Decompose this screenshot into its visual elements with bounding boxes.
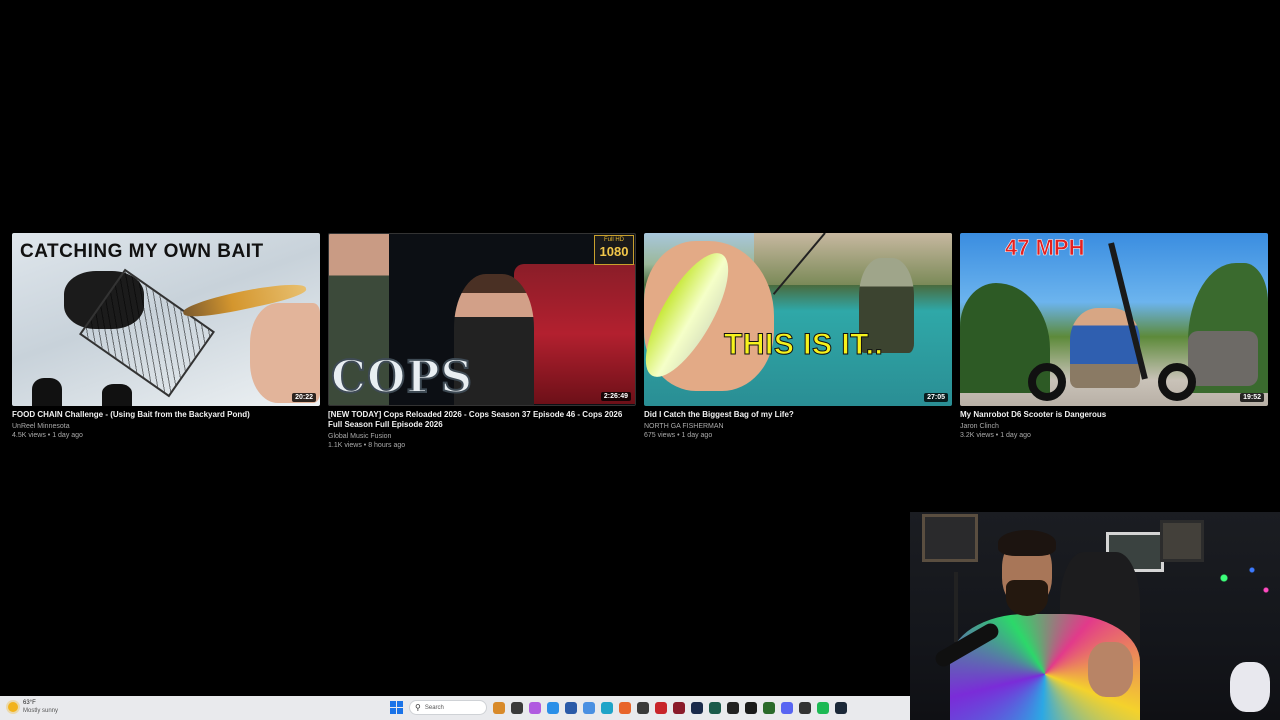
pen-icon[interactable]	[493, 701, 505, 714]
boot	[32, 378, 62, 406]
file-explorer-icon[interactable]	[511, 701, 523, 714]
store-icon[interactable]	[565, 701, 577, 714]
weather-condition: Mostly sunny	[23, 708, 59, 714]
channel-name[interactable]: Global Music Fusion	[328, 432, 636, 441]
obs-icon[interactable]	[799, 701, 811, 714]
sun-icon	[8, 702, 18, 712]
steam-icon[interactable]	[835, 701, 847, 714]
d-app-icon[interactable]	[727, 701, 739, 714]
edge-icon[interactable]	[601, 701, 613, 714]
video-card[interactable]: 47 MPH 19:52 My Nanrobot D6 Scooter is D…	[960, 233, 1268, 451]
tree-line	[754, 233, 952, 285]
video-title[interactable]: My Nanrobot D6 Scooter is Dangerous	[960, 410, 1268, 420]
video-meta: 4.5K views • 1 day ago	[12, 432, 83, 439]
c-app-icon[interactable]	[691, 701, 703, 714]
channel-name[interactable]: NORTH GA FISHERMAN	[644, 422, 952, 431]
streamer-hair	[998, 530, 1056, 556]
dark-red-app-icon[interactable]	[673, 701, 685, 714]
wall-frame	[922, 514, 978, 562]
green-app-icon[interactable]	[709, 701, 721, 714]
taskbar-search[interactable]: ⚲ Search	[409, 700, 487, 715]
video-meta: 3.2K views • 1 day ago	[960, 432, 1031, 439]
scooter-wheel	[1158, 363, 1196, 401]
mic-arm	[954, 572, 958, 642]
video-thumbnail[interactable]: COPS Full HD 1080 2:26:49	[328, 233, 636, 406]
hot-tub	[1188, 331, 1258, 386]
weather-temp: 63°F	[23, 700, 36, 706]
hd-resolution: 1080	[599, 244, 629, 259]
duration-badge: 20:22	[292, 393, 316, 402]
webcam-overlay	[910, 512, 1280, 720]
video-title[interactable]: Did I Catch the Biggest Bag of my Life?	[644, 410, 952, 420]
channel-name[interactable]: UnReel Minnesota	[12, 422, 320, 431]
duration-badge: 27:05	[924, 393, 948, 402]
discord-icon[interactable]	[781, 701, 793, 714]
scooter-wheel	[1028, 363, 1066, 401]
windows-taskbar: 63°F Mostly sunny ⚲ Search	[0, 696, 910, 720]
spotify-icon[interactable]	[817, 701, 829, 714]
video-title[interactable]: FOOD CHAIN Challenge - (Using Bait from …	[12, 410, 320, 420]
figurine	[1230, 662, 1270, 712]
weather-widget[interactable]: 63°F Mostly sunny	[8, 699, 58, 715]
video-grid: CATCHING MY OWN BAIT 20:22 FOOD CHAIN Ch…	[12, 233, 1268, 451]
app-icon[interactable]	[637, 701, 649, 714]
wall-frame	[1160, 520, 1204, 562]
terminal-icon[interactable]	[745, 701, 757, 714]
windows-start-icon[interactable]	[390, 701, 403, 714]
photos-icon[interactable]	[583, 701, 595, 714]
gallery-icon[interactable]	[547, 701, 559, 714]
channel-name[interactable]: Jaron Clinch	[960, 422, 1268, 431]
thumbnail-text: THIS IS IT..	[723, 328, 884, 362]
duration-badge: 19:52	[1240, 393, 1264, 402]
video-thumbnail[interactable]: CATCHING MY OWN BAIT 20:22	[12, 233, 320, 406]
taskbar-icons: ⚲ Search	[390, 700, 847, 715]
hd-badge: Full HD 1080	[594, 235, 634, 265]
xbox-icon[interactable]	[763, 701, 775, 714]
weather-text: 63°F Mostly sunny	[23, 699, 58, 715]
rgb-lights	[1210, 562, 1280, 602]
video-meta: 675 views • 1 day ago	[644, 432, 713, 439]
hand	[250, 303, 320, 403]
video-thumbnail[interactable]: THIS IS IT.. 27:05	[644, 233, 952, 406]
video-title[interactable]: [NEW TODAY] Cops Reloaded 2026 - Cops Se…	[328, 410, 636, 430]
video-card[interactable]: THIS IS IT.. 27:05 Did I Catch the Bigge…	[644, 233, 952, 451]
streamer-beard	[1006, 580, 1048, 616]
firefox-icon[interactable]	[619, 701, 631, 714]
thumbnail-text: 47 MPH	[1005, 235, 1085, 261]
video-thumbnail[interactable]: 47 MPH 19:52	[960, 233, 1268, 406]
boot	[102, 384, 132, 406]
thumbnail-text: CATCHING MY OWN BAIT	[20, 241, 264, 262]
hd-label: Full HD	[603, 237, 624, 243]
thumbnail-text: COPS	[330, 351, 474, 404]
video-card[interactable]: COPS Full HD 1080 2:26:49 [NEW TODAY] Cop…	[328, 233, 636, 451]
duration-badge: 2:26:49	[600, 392, 631, 401]
copilot-icon[interactable]	[529, 701, 541, 714]
search-icon: ⚲	[415, 703, 421, 712]
streamer-hand	[1088, 642, 1133, 697]
video-meta: 1.1K views • 8 hours ago	[328, 442, 406, 449]
red-app-icon[interactable]	[655, 701, 667, 714]
video-card[interactable]: CATCHING MY OWN BAIT 20:22 FOOD CHAIN Ch…	[12, 233, 320, 451]
search-placeholder: Search	[424, 704, 444, 711]
